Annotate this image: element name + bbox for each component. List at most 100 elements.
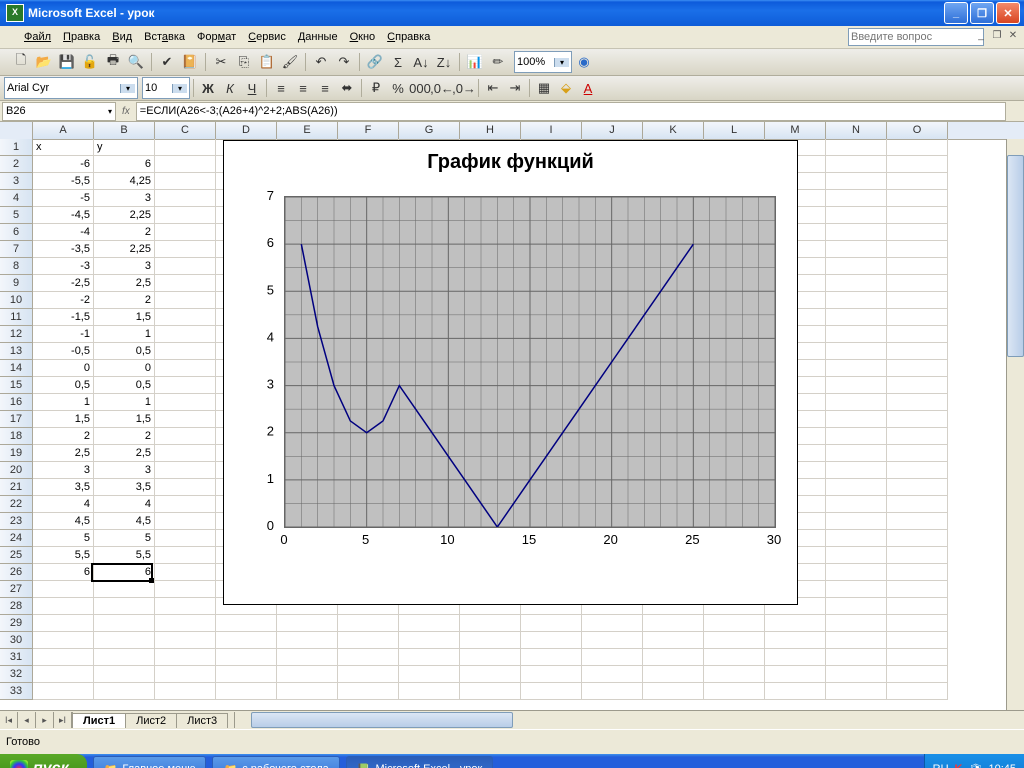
cell[interactable]: -5	[33, 190, 94, 207]
permission-icon[interactable]: 🔓	[79, 51, 101, 73]
column-header[interactable]: E	[277, 122, 338, 139]
cell[interactable]	[887, 530, 948, 547]
row-header[interactable]: 6	[0, 224, 33, 241]
cell[interactable]	[155, 445, 216, 462]
format-painter-icon[interactable]: 🖌	[279, 51, 301, 73]
cell[interactable]: 5	[33, 530, 94, 547]
row-header[interactable]: 20	[0, 462, 33, 479]
column-header[interactable]: G	[399, 122, 460, 139]
cell[interactable]: 5	[94, 530, 155, 547]
cell[interactable]: 1	[33, 394, 94, 411]
increase-decimal-icon[interactable]: ,0←	[431, 77, 453, 99]
cell[interactable]	[826, 394, 887, 411]
help-icon[interactable]: ◉	[573, 51, 595, 73]
cell[interactable]: 6	[94, 156, 155, 173]
cell[interactable]: y	[94, 139, 155, 156]
cell[interactable]	[277, 666, 338, 683]
cell[interactable]	[94, 615, 155, 632]
cell[interactable]	[704, 649, 765, 666]
currency-icon[interactable]: ₽	[365, 77, 387, 99]
cell[interactable]	[460, 615, 521, 632]
new-icon[interactable]: 🗋	[10, 51, 32, 73]
cell[interactable]	[643, 615, 704, 632]
cell[interactable]	[155, 156, 216, 173]
cell[interactable]	[887, 547, 948, 564]
tab-last-icon[interactable]: ▸I	[54, 712, 72, 728]
row-header[interactable]: 8	[0, 258, 33, 275]
cell[interactable]: 2,5	[94, 275, 155, 292]
menu-window[interactable]: Окно	[344, 29, 382, 45]
cell[interactable]	[582, 649, 643, 666]
cell[interactable]	[33, 632, 94, 649]
row-header[interactable]: 15	[0, 377, 33, 394]
row-header[interactable]: 11	[0, 309, 33, 326]
cell[interactable]	[643, 683, 704, 700]
kaspersky-icon[interactable]: K	[955, 763, 963, 768]
embedded-chart[interactable]: График функций 01234567051015202530	[223, 140, 798, 605]
cell[interactable]	[887, 377, 948, 394]
row-header[interactable]: 3	[0, 173, 33, 190]
cell[interactable]	[887, 683, 948, 700]
cell[interactable]	[826, 224, 887, 241]
cell[interactable]	[826, 275, 887, 292]
print-icon[interactable]: 🖶	[102, 51, 124, 73]
cell[interactable]	[887, 462, 948, 479]
cell[interactable]	[155, 224, 216, 241]
cell[interactable]: 1,5	[94, 309, 155, 326]
cell[interactable]	[155, 326, 216, 343]
cell[interactable]	[216, 649, 277, 666]
menu-format[interactable]: Формат	[191, 29, 242, 45]
cell[interactable]	[399, 683, 460, 700]
hyperlink-icon[interactable]: 🔗	[364, 51, 386, 73]
column-header[interactable]: I	[521, 122, 582, 139]
cell[interactable]: -3	[33, 258, 94, 275]
cell[interactable]: 0,5	[94, 377, 155, 394]
cell[interactable]	[826, 326, 887, 343]
cell[interactable]	[826, 462, 887, 479]
cell[interactable]	[643, 632, 704, 649]
cell[interactable]: 2	[94, 292, 155, 309]
row-header[interactable]: 22	[0, 496, 33, 513]
cell[interactable]	[887, 581, 948, 598]
cell[interactable]	[826, 258, 887, 275]
cell[interactable]: 5,5	[33, 547, 94, 564]
cell[interactable]	[155, 649, 216, 666]
increase-indent-icon[interactable]: ⇥	[504, 77, 526, 99]
cell[interactable]	[887, 615, 948, 632]
cell[interactable]: 5,5	[94, 547, 155, 564]
vertical-scrollbar[interactable]	[1006, 139, 1024, 710]
cell[interactable]	[887, 513, 948, 530]
cell[interactable]: -2,5	[33, 275, 94, 292]
column-header[interactable]: J	[582, 122, 643, 139]
row-header[interactable]: 5	[0, 207, 33, 224]
cell[interactable]: 0,5	[33, 377, 94, 394]
cell[interactable]	[826, 666, 887, 683]
cell[interactable]	[155, 496, 216, 513]
start-button[interactable]: пуск	[0, 754, 87, 768]
cell[interactable]	[155, 173, 216, 190]
cell[interactable]: 3	[94, 462, 155, 479]
cell[interactable]	[826, 156, 887, 173]
cell[interactable]	[826, 292, 887, 309]
autosum-icon[interactable]: Σ	[387, 51, 409, 73]
row-header[interactable]: 4	[0, 190, 33, 207]
cell[interactable]	[826, 207, 887, 224]
cell[interactable]: -4,5	[33, 207, 94, 224]
close-button[interactable]: ✕	[996, 2, 1020, 24]
cell[interactable]	[94, 581, 155, 598]
cell[interactable]: 3	[94, 190, 155, 207]
cell[interactable]	[826, 632, 887, 649]
cell[interactable]	[521, 683, 582, 700]
cell[interactable]	[765, 615, 826, 632]
cell[interactable]	[33, 683, 94, 700]
cell[interactable]	[826, 513, 887, 530]
cell[interactable]	[887, 479, 948, 496]
cell[interactable]	[338, 615, 399, 632]
cell[interactable]	[826, 649, 887, 666]
cell[interactable]: 2	[94, 428, 155, 445]
cell[interactable]	[765, 666, 826, 683]
open-icon[interactable]: 📂	[33, 51, 55, 73]
cell[interactable]: 3	[94, 258, 155, 275]
cell[interactable]	[33, 615, 94, 632]
cell[interactable]	[521, 615, 582, 632]
